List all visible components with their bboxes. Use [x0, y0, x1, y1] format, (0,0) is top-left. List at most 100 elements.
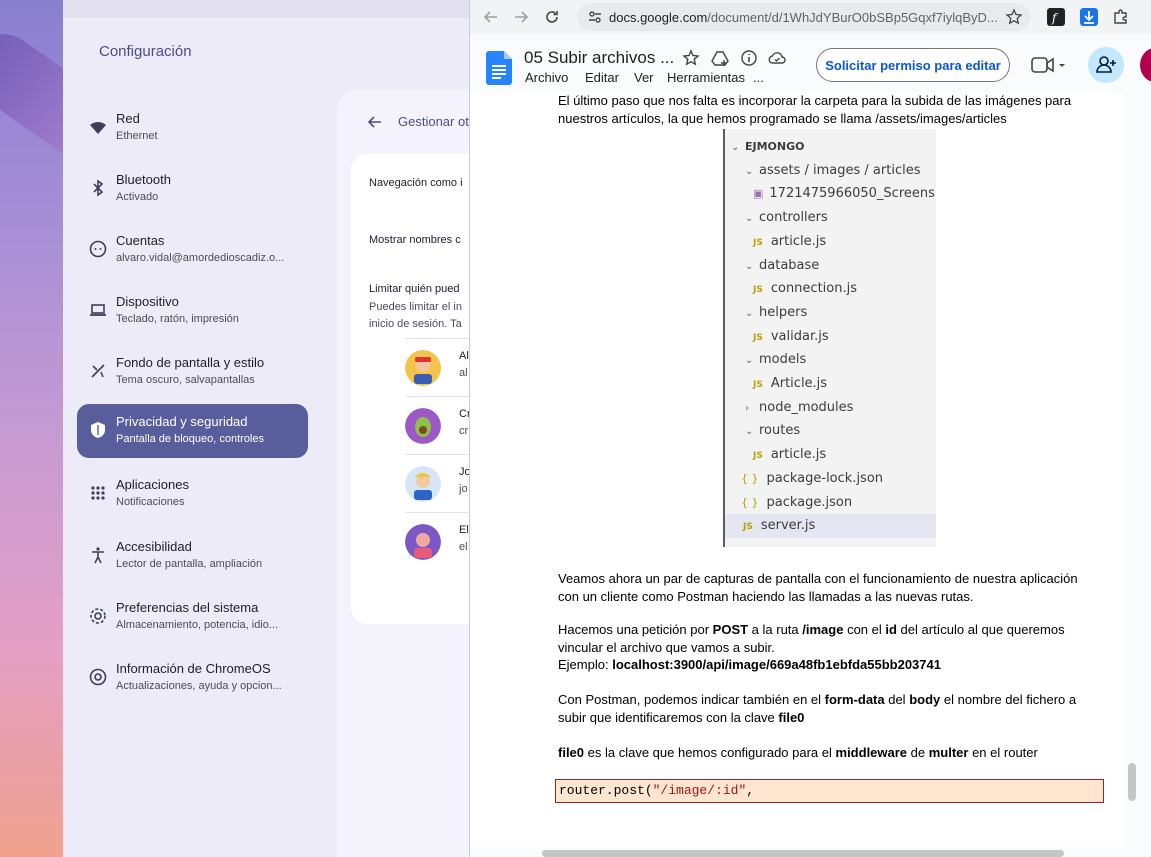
arrow-left-icon[interactable]: [482, 8, 500, 26]
text-run: del: [884, 692, 910, 707]
sidebar-item-privacidad[interactable]: Privacidad y seguridad Pantalla de bloque…: [77, 404, 308, 458]
menu-archivo[interactable]: Archivo: [525, 70, 568, 85]
reload-icon[interactable]: [543, 8, 561, 26]
docs-browser-window: docs.google.com/document/d/1WhJdYBurO0bS…: [469, 0, 1151, 857]
share-add-person-icon[interactable]: [1088, 47, 1124, 83]
address-bar[interactable]: docs.google.com/document/d/1WhJdYBurO0bS…: [577, 3, 1030, 31]
sidebar-item-sublabel: Lector de pantalla, ampliación: [116, 558, 263, 570]
sidebar-item-cuentas[interactable]: Cuentas alvaro.vidal@amordedioscadiz.o...: [77, 223, 308, 277]
code-block: router.post("/image/:id",: [555, 779, 1104, 803]
cloud-saved-icon[interactable]: [768, 49, 786, 67]
sidebar-item-accesibilidad[interactable]: Accesibilidad Lector de pantalla, ampliac…: [77, 529, 308, 583]
vertical-scrollbar[interactable]: [1128, 763, 1136, 801]
menu-ver[interactable]: Ver: [634, 70, 654, 85]
chrome-icon: [89, 668, 107, 686]
tree-folder: › node_modules: [745, 396, 853, 420]
url-path: /document/d/1WhJdYBurO0bSBp5Gqxf7iylqByD…: [707, 10, 998, 25]
docs-header: 05 Subir archivos ... Archivo Editar Ver…: [470, 34, 1151, 92]
sidebar-item-red[interactable]: Red Ethernet: [77, 101, 308, 155]
url-text: docs.google.com/document/d/1WhJdYBurO0bS…: [609, 10, 999, 25]
tree-label: server.js: [760, 518, 816, 534]
profile-avatar[interactable]: [1140, 48, 1151, 82]
meet-camera-icon[interactable]: [1030, 54, 1070, 76]
sidebar-item-sublabel: Notificaciones: [116, 496, 185, 508]
sidebar-item-bluetooth[interactable]: Bluetooth Activado: [77, 162, 308, 216]
paragraph-postman: Veamos ahora un par de capturas de panta…: [558, 571, 1078, 604]
sidebar-item-sublabel: Activado: [116, 191, 159, 203]
tree-file: { } package.json: [741, 491, 852, 515]
tree-label: assets / images / articles: [759, 162, 921, 178]
tree-root: ⌄ EJMONGO: [731, 135, 805, 159]
code-string: "/image/:id": [652, 783, 747, 798]
tree-folder: ⌄ helpers: [745, 301, 807, 325]
menu-editar[interactable]: Editar: [585, 70, 619, 85]
js-file-icon: JS: [753, 451, 763, 462]
tree-file: ▣ 1721475966050_Screensh: [753, 182, 936, 206]
code-fn: router.post(: [559, 783, 653, 798]
restrict-signin-desc-2: inicio de sesión. Ta: [369, 318, 462, 330]
tree-label: helpers: [759, 304, 808, 320]
google-docs-logo-icon[interactable]: [486, 51, 512, 85]
tree-folder: ⌄ routes: [745, 419, 800, 443]
tree-file: JS article.js: [753, 443, 826, 467]
bold-run: POST: [712, 622, 749, 637]
chevron-down-icon: ⌄: [745, 426, 754, 438]
bold-run: /image: [802, 622, 844, 637]
sidebar-item-label: Privacidad y seguridad: [116, 414, 248, 429]
move-to-drive-icon[interactable]: [711, 49, 729, 67]
arrow-right-icon[interactable]: [512, 8, 530, 26]
guest-browsing-row[interactable]: Navegación como i: [369, 177, 463, 189]
tree-label: EJMONGO: [745, 140, 805, 153]
bold-run: multer: [928, 745, 969, 760]
show-names-row[interactable]: Mostrar nombres c: [369, 234, 461, 246]
document-title[interactable]: 05 Subir archivos ...: [524, 48, 674, 68]
menu-herramientas[interactable]: Herramientas: [667, 70, 745, 85]
text-run: es la clave que hemos configurado para e…: [584, 745, 836, 760]
sidebar-item-sublabel: Pantalla de bloqueo, controles: [116, 433, 264, 445]
bold-run: file0: [778, 709, 805, 725]
sidebar-item-fondo[interactable]: Fondo de pantalla y estilo Tema oscuro, s…: [77, 345, 308, 399]
bookmark-star-icon[interactable]: [1005, 8, 1023, 26]
tree-label: connection.js: [770, 281, 857, 297]
paragraph-file0-key: file0 es la clave que hemos configurado …: [558, 744, 1088, 762]
text-run: en el router: [968, 745, 1038, 760]
sidebar-item-label: Red: [116, 111, 140, 126]
sidebar-item-label: Accesibilidad: [116, 539, 192, 554]
desktop-wallpaper: [0, 0, 63, 857]
tree-label: package.json: [766, 494, 853, 510]
tree-folder: ⌄ database: [745, 254, 819, 278]
chevron-down-icon: ⌄: [745, 165, 754, 177]
restrict-signin-row[interactable]: Limitar quién pued: [369, 283, 460, 295]
site-info-icon[interactable]: [587, 9, 603, 25]
extension-icon[interactable]: f: [1047, 8, 1065, 26]
horizontal-scrollbar[interactable]: [542, 850, 1064, 857]
js-file-icon: JS: [753, 285, 763, 296]
paragraph-intro: El último paso que nos falta es incorpor…: [558, 93, 1072, 126]
js-file-icon: JS: [753, 380, 763, 390]
bold-run: file0: [558, 745, 585, 760]
sidebar-item-label: Aplicaciones: [116, 477, 189, 492]
info-icon[interactable]: [740, 49, 758, 67]
text-run: Hacemos una petición por: [558, 622, 713, 637]
tree-label: Article.js: [770, 376, 828, 391]
menu-more[interactable]: ...: [753, 70, 764, 85]
back-arrow-icon[interactable]: [367, 114, 383, 130]
sidebar-item-dispositivo[interactable]: Dispositivo Teclado, ratón, impresión: [77, 284, 308, 338]
tree-file: JS validar.js: [753, 325, 829, 349]
tree-folder: ⌄ models: [745, 348, 806, 372]
request-edit-access-button[interactable]: Solicitar permiso para editar: [816, 48, 1010, 82]
tree-file: JS server.js: [725, 514, 936, 539]
paragraph-form-data: Con Postman, podemos indicar también en …: [558, 691, 1088, 726]
chevron-down-icon: ⌄: [745, 260, 754, 272]
sidebar-item-preferencias[interactable]: Preferencias del sistema Almacenamiento, …: [77, 590, 308, 644]
url-host: docs.google.com: [609, 10, 708, 25]
chevron-down-icon: ⌄: [745, 213, 754, 225]
palette-icon: [91, 364, 105, 378]
tree-label: database: [759, 257, 820, 273]
star-icon[interactable]: [682, 49, 700, 67]
tree-label: package-lock.json: [766, 470, 884, 486]
download-icon[interactable]: [1080, 8, 1098, 26]
sidebar-item-aplicaciones[interactable]: Aplicaciones Notificaciones: [77, 467, 308, 521]
sidebar-item-informacion[interactable]: Información de ChromeOS Actualizaciones, …: [77, 651, 308, 705]
extensions-puzzle-icon[interactable]: [1112, 8, 1130, 26]
